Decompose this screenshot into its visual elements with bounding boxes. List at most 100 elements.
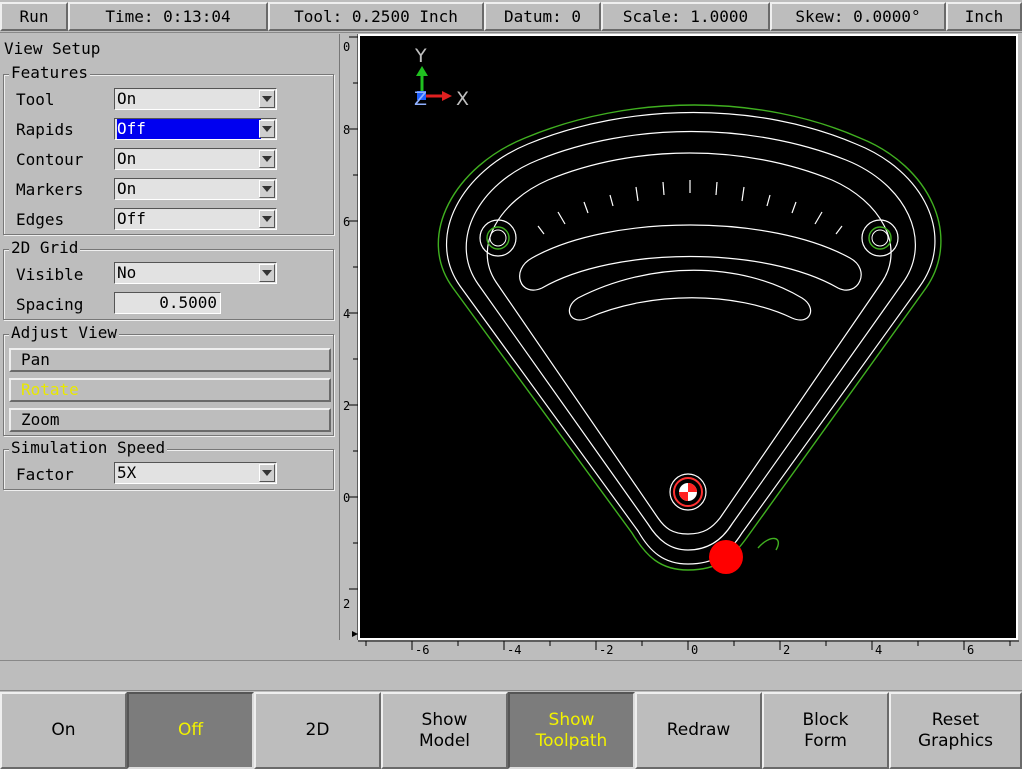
grid-visible-row: Visible <box>16 262 83 286</box>
left-hole-inner <box>489 229 507 247</box>
message-line <box>0 660 1022 691</box>
factor-label: Factor <box>16 464 74 484</box>
right-hole <box>861 219 899 257</box>
horizontal-ruler: -6 -4 -2 0 2 4 6 <box>339 640 1021 660</box>
chevron-down-icon[interactable] <box>259 264 275 282</box>
zoom-button[interactable]: Zoom <box>9 408 331 432</box>
scale-readout: Scale: 1.0000 <box>601 2 770 31</box>
grid-group-title: 2D Grid <box>9 238 81 257</box>
softkey-block-form[interactable]: Block Form <box>762 692 889 769</box>
ruler-label: 6 <box>967 643 975 657</box>
ruler-label: 4 <box>343 307 351 321</box>
softkey-show-model[interactable]: Show Model <box>381 692 508 769</box>
adjust-view-group-title: Adjust View <box>9 323 119 342</box>
axis-z-label: Z <box>414 88 427 110</box>
adjust-view-group: Adjust View Pan Rotate Zoom <box>3 324 334 436</box>
chevron-down-icon[interactable] <box>259 150 275 168</box>
ruler-label: -6 <box>415 643 430 657</box>
grid-spacing-row: Spacing <box>16 292 83 316</box>
chevron-down-icon[interactable] <box>259 464 275 482</box>
feature-row-rapids: Rapids <box>16 117 74 141</box>
graphics-view[interactable]: Y Z X <box>358 34 1018 640</box>
softkey-off[interactable]: Off <box>127 692 254 769</box>
feature-row-tool: Tool <box>16 87 55 111</box>
select-value: On <box>117 179 137 198</box>
select-value: Off <box>117 119 261 139</box>
feature-row-markers: Markers <box>16 177 83 201</box>
feature-label: Contour <box>16 149 84 169</box>
chevron-down-icon[interactable] <box>259 120 275 138</box>
ruler-label: 2 <box>343 399 351 413</box>
select-value: 5X <box>117 463 137 482</box>
right-hole-inner <box>871 229 889 247</box>
ruler-label: 0 <box>343 40 351 54</box>
tool-readout: Tool: 0.2500 Inch <box>268 2 484 31</box>
tool-marker-icon <box>709 540 743 574</box>
ruler-label: 0 <box>691 643 699 657</box>
left-hole <box>479 219 517 257</box>
markers-select[interactable]: On <box>114 178 277 200</box>
softkey-show-toolpath[interactable]: Show Toolpath <box>508 692 635 769</box>
softkey-redraw[interactable]: Redraw <box>635 692 762 769</box>
edges-select[interactable]: Off <box>114 208 277 230</box>
ruler-label: -2 <box>599 643 614 657</box>
ruler-label: 2 <box>783 643 791 657</box>
axis-x-label: X <box>456 88 469 110</box>
origin-marker-icon <box>669 473 707 511</box>
chevron-down-icon[interactable] <box>259 210 275 228</box>
ruler-label: 2 <box>343 597 351 611</box>
lead-in-arc <box>757 537 779 551</box>
softkey-on[interactable]: On <box>0 692 127 769</box>
feature-label: Markers <box>16 179 84 199</box>
select-value: Off <box>117 209 146 228</box>
grid-spacing-input[interactable]: 0.5000 <box>114 292 221 314</box>
softkey-2d[interactable]: 2D <box>254 692 381 769</box>
feature-label: Rapids <box>16 119 74 139</box>
feature-label: Edges <box>16 209 65 229</box>
ruler-label: 8 <box>343 123 351 137</box>
status-bar: Run Time: 0:13:04 Tool: 0.2500 Inch Datu… <box>0 0 1022 33</box>
pan-button[interactable]: Pan <box>9 348 331 372</box>
feature-row-contour: Contour <box>16 147 83 171</box>
softkey-reset-graphics[interactable]: Reset Graphics <box>889 692 1022 769</box>
rotate-button[interactable]: Rotate <box>9 378 331 402</box>
contour-select[interactable]: On <box>114 148 277 170</box>
simulation-speed-group-title: Simulation Speed <box>9 438 168 457</box>
vertical-ruler: 0 8 6 4 2 0 2 <box>339 34 359 642</box>
grid-spacing-label: Spacing <box>16 294 84 314</box>
ruler-label: -4 <box>507 643 522 657</box>
feature-row-edges: Edges <box>16 207 64 231</box>
select-value: On <box>117 149 137 168</box>
ruler-label: 6 <box>343 215 351 229</box>
time-readout: Time: 0:13:04 <box>68 2 268 31</box>
factor-row: Factor <box>16 462 74 486</box>
features-group: Features Tool On Rapids Off Contour On M… <box>3 64 334 235</box>
tool-select[interactable]: On <box>114 88 277 110</box>
run-mode-button[interactable]: Run <box>0 2 68 31</box>
panel-title: View Setup <box>4 39 101 58</box>
skew-readout: Skew: 0.0000° <box>770 2 946 31</box>
scale-marks <box>537 180 843 235</box>
factor-select[interactable]: 5X <box>114 462 277 484</box>
datum-readout: Datum: 0 <box>484 2 601 31</box>
grid-visible-select[interactable]: No <box>114 262 277 284</box>
ruler-label: 4 <box>875 643 883 657</box>
select-value: No <box>117 263 137 282</box>
chevron-down-icon[interactable] <box>259 180 275 198</box>
chevron-down-icon[interactable] <box>259 90 275 108</box>
toolpath-graphic: Y Z X <box>414 45 942 574</box>
simulation-speed-group: Simulation Speed Factor 5X <box>3 439 334 490</box>
axis-y-label: Y <box>414 45 427 67</box>
view-setup-panel: View Setup Features Tool On Rapids Off C… <box>0 34 339 660</box>
pocket-contour <box>486 152 892 535</box>
feature-label: Tool <box>16 89 55 109</box>
grid-group: 2D Grid Visible No Spacing 0.5000 <box>3 239 334 320</box>
rapids-select[interactable]: Off <box>114 118 277 140</box>
select-value: On <box>117 89 137 108</box>
lower-slot <box>568 269 812 321</box>
ruler-label: 0 <box>343 491 351 505</box>
units-readout: Inch <box>946 2 1022 31</box>
features-group-title: Features <box>9 63 91 82</box>
grid-visible-label: Visible <box>16 264 84 284</box>
softkey-bar: On Off 2D Show Model Show Toolpath Redra… <box>0 692 1022 769</box>
